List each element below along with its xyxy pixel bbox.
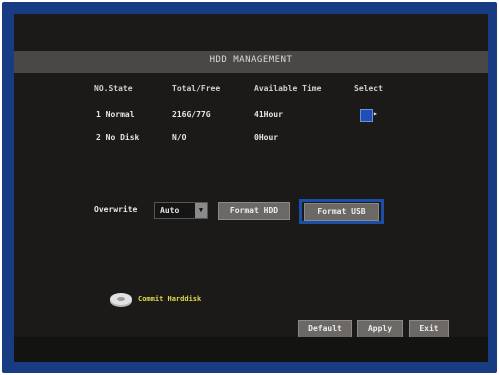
header-available-time: Available Time — [254, 84, 322, 93]
format-usb-button[interactable]: Format USB — [304, 203, 379, 221]
disk-icon — [110, 293, 132, 307]
overwrite-label: Overwrite — [94, 205, 138, 214]
row-2-available-time: 0Hour — [254, 133, 279, 142]
monitor-frame: HDD MANAGEMENT NO.State Total/Free Avail… — [2, 2, 497, 373]
header-select: Select — [354, 84, 383, 93]
default-button[interactable]: Default — [298, 320, 352, 338]
overwrite-value: Auto — [160, 206, 180, 215]
bottom-bar — [14, 337, 488, 362]
row-2-state: 2 No Disk — [96, 133, 140, 142]
header-total-free: Total/Free — [172, 84, 221, 93]
row-1-total-free: 216G/77G — [172, 110, 211, 119]
exit-button[interactable]: Exit — [409, 320, 449, 338]
apply-button[interactable]: Apply — [357, 320, 403, 338]
row-1-available-time: 41Hour — [254, 110, 283, 119]
overwrite-select[interactable]: Auto ▼ — [154, 202, 208, 219]
status-text: Commit Harddisk — [138, 295, 202, 303]
chevron-down-icon[interactable]: ▼ — [195, 203, 207, 218]
title-bar: HDD MANAGEMENT — [14, 51, 488, 73]
format-hdd-button[interactable]: Format HDD — [218, 202, 290, 220]
page-title: HDD MANAGEMENT — [209, 55, 293, 65]
header-no-state: NO.State — [94, 84, 133, 93]
row-2-total-free: N/O — [172, 133, 187, 142]
pointer-arrow-icon: ▸ — [373, 109, 378, 118]
row-1-select-checkbox[interactable] — [360, 109, 373, 122]
row-1-state: 1 Normal — [96, 110, 135, 119]
dvr-screen: HDD MANAGEMENT NO.State Total/Free Avail… — [14, 14, 488, 362]
